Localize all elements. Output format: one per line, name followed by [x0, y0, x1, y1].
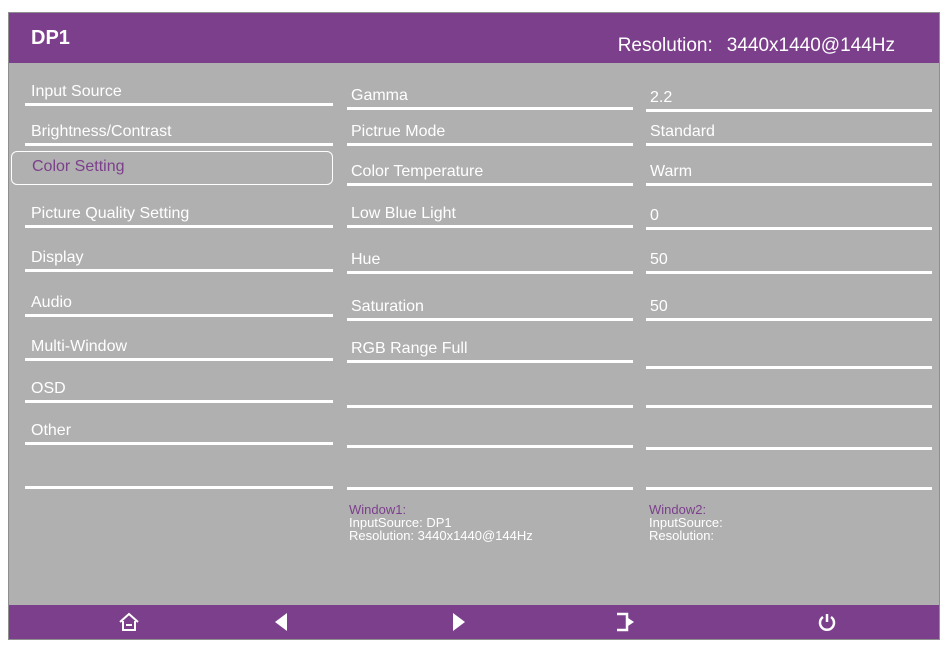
value-low-blue-light[interactable]: 0: [646, 205, 932, 230]
value-rgb-range: [646, 344, 932, 369]
window1-info: Window1: InputSource: DP1 Resolution: 34…: [349, 503, 533, 542]
value-saturation[interactable]: 50: [646, 296, 932, 321]
setting-hue[interactable]: Hue: [347, 249, 633, 274]
exit-icon: [617, 612, 634, 632]
value-empty-1: [646, 383, 932, 408]
setting-low-blue-light[interactable]: Low Blue Light: [347, 203, 633, 228]
menu-item-other[interactable]: Other: [25, 420, 333, 445]
resolution-display: Resolution: 3440x1440@144Hz: [618, 35, 895, 57]
setting-picture-mode[interactable]: Pictrue Mode: [347, 121, 633, 146]
menu-item-picture-quality-setting[interactable]: Picture Quality Setting: [25, 203, 333, 228]
menu-item-display[interactable]: Display: [25, 247, 333, 272]
window1-resolution: Resolution: 3440x1440@144Hz: [349, 528, 533, 543]
menu-item-color-setting[interactable]: Color Setting: [11, 151, 333, 185]
menu-item-empty: [25, 464, 333, 489]
setting-empty-1: [347, 383, 633, 408]
value-color-temperature[interactable]: Warm: [646, 161, 932, 186]
setting-color-temperature[interactable]: Color Temperature: [347, 161, 633, 186]
power-button[interactable]: [807, 605, 847, 639]
setting-empty-3: [347, 465, 633, 490]
footer-bar: [9, 605, 939, 639]
right-button[interactable]: [439, 605, 479, 639]
menu-item-brightness-contrast[interactable]: Brightness/Contrast: [25, 121, 333, 146]
input-source-title: DP1: [31, 27, 70, 49]
right-arrow-icon: [453, 613, 465, 631]
window2-resolution: Resolution:: [649, 528, 715, 543]
setting-empty-2: [347, 423, 633, 448]
setting-saturation[interactable]: Saturation: [347, 296, 633, 321]
menu-item-audio[interactable]: Audio: [25, 292, 333, 317]
window2-info: Window2: InputSource: Resolution:: [649, 503, 723, 542]
value-empty-2: [646, 425, 932, 450]
left-button[interactable]: [261, 605, 301, 639]
header-bar: DP1 Resolution: 3440x1440@144Hz: [9, 13, 939, 63]
menu-item-osd[interactable]: OSD: [25, 378, 333, 403]
value-gamma[interactable]: 2.2: [646, 87, 932, 112]
osd-menu: DP1 Resolution: 3440x1440@144Hz Input Sou…: [8, 12, 940, 640]
home-button[interactable]: [109, 605, 149, 639]
resolution-label: Resolution:: [617, 35, 713, 56]
value-picture-mode[interactable]: Standard: [646, 121, 932, 146]
left-arrow-icon: [275, 613, 287, 631]
exit-button[interactable]: [605, 605, 645, 639]
menu-item-multi-window[interactable]: Multi-Window: [25, 336, 333, 361]
menu-item-input-source[interactable]: Input Source: [25, 81, 333, 106]
value-hue[interactable]: 50: [646, 249, 932, 274]
power-icon: [818, 614, 836, 631]
setting-gamma[interactable]: Gamma: [347, 85, 633, 110]
home-icon: [119, 612, 139, 631]
value-empty-3: [646, 465, 932, 490]
resolution-value: 3440x1440@144Hz: [726, 35, 895, 56]
setting-rgb-range[interactable]: RGB Range Full: [347, 338, 633, 363]
